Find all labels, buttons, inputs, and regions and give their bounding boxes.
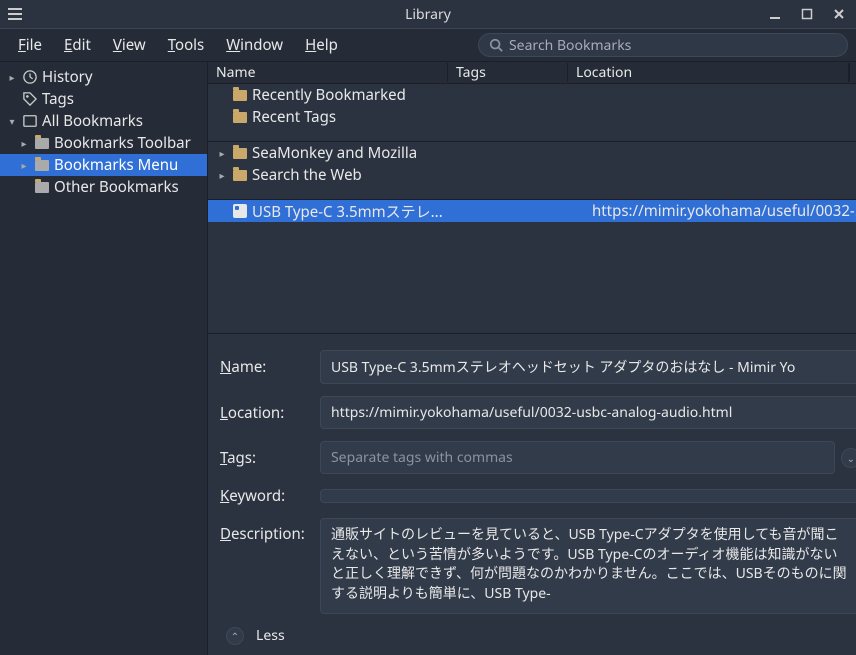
item-name: SeaMonkey and Mozilla (252, 143, 472, 163)
sidebar-item-label: Other Bookmarks (54, 177, 179, 197)
folder-icon (34, 179, 50, 195)
list-item-selected-bookmark[interactable]: USB Type-C 3.5mmステレ... https://mimir.yok… (208, 200, 856, 222)
sidebar: ▸ History Tags ▾ All Bookmarks ▸ Bookmar… (0, 62, 208, 655)
item-name: Recent Tags (252, 107, 472, 127)
separator (208, 128, 856, 142)
description-field[interactable]: 通販サイトのレビューを見ていると、USB Type-Cアダプタを使用しても音が聞… (320, 518, 856, 614)
list-header: Name Tags Location (208, 62, 856, 84)
list-body: Recently Bookmarked Recent Tags ▸ SeaMon… (208, 84, 856, 222)
column-location[interactable]: Location (568, 63, 849, 82)
search-placeholder: Search Bookmarks (509, 36, 631, 55)
sidebar-item-label: Bookmarks Menu (54, 155, 178, 175)
expand-icon: ▸ (216, 146, 228, 160)
sidebar-item-label: History (42, 67, 93, 87)
name-field[interactable]: USB Type-C 3.5mmステレオヘッドセット アダプタのおはなし - M… (320, 350, 856, 384)
menu-help[interactable]: Help (295, 31, 348, 59)
sidebar-item-other-bookmarks[interactable]: Other Bookmarks (0, 176, 207, 198)
column-picker-button[interactable] (849, 63, 856, 82)
list-item-recent-tags[interactable]: Recent Tags (208, 106, 856, 128)
sidebar-item-bookmarks-menu[interactable]: ▸ Bookmarks Menu (0, 154, 207, 176)
clock-icon (22, 69, 38, 85)
list-item-recently-bookmarked[interactable]: Recently Bookmarked (208, 84, 856, 106)
collapse-icon: ▾ (6, 114, 18, 128)
expand-icon: ▸ (216, 168, 228, 182)
menu-edit[interactable]: Edit (54, 31, 101, 59)
column-name[interactable]: Name (208, 63, 448, 82)
sidebar-item-all-bookmarks[interactable]: ▾ All Bookmarks (0, 110, 207, 132)
sidebar-item-history[interactable]: ▸ History (0, 66, 207, 88)
expand-icon: ▸ (18, 158, 30, 172)
expand-icon: ▸ (18, 136, 30, 150)
item-name: USB Type-C 3.5mmステレ... (252, 201, 472, 222)
folder-icon (34, 157, 50, 173)
separator (208, 186, 856, 200)
minimize-button[interactable] (766, 5, 784, 23)
menu-tools[interactable]: Tools (158, 31, 215, 59)
label-name: Name: (220, 357, 320, 377)
tags-expand-button[interactable]: ⌄ (841, 448, 856, 468)
sidebar-item-label: Tags (42, 89, 74, 109)
list-item-seamonkey[interactable]: ▸ SeaMonkey and Mozilla (208, 142, 856, 164)
menu-file[interactable]: File (8, 31, 52, 59)
app-menu-button[interactable] (8, 8, 22, 20)
menubar: File Edit View Tools Window Help Search … (0, 28, 856, 62)
folder-icon (232, 167, 248, 183)
item-name: Recently Bookmarked (252, 85, 472, 105)
sidebar-item-label: All Bookmarks (42, 111, 143, 131)
tags-field[interactable]: Separate tags with commas (320, 441, 835, 474)
sidebar-item-bookmarks-toolbar[interactable]: ▸ Bookmarks Toolbar (0, 132, 207, 154)
main-panel: Name Tags Location Recently Bookmarked R… (208, 62, 856, 655)
location-field[interactable]: https://mimir.yokohama/useful/0032-usbc-… (320, 396, 856, 429)
label-location: Location: (220, 403, 320, 423)
search-icon (489, 38, 503, 52)
menu-window[interactable]: Window (216, 31, 293, 59)
close-button[interactable] (830, 5, 848, 23)
expand-icon: ▸ (6, 70, 18, 84)
keyword-field[interactable] (320, 489, 856, 503)
bookmarks-icon (22, 113, 38, 129)
collapse-details-button[interactable]: ⌃ (226, 627, 244, 645)
item-location: https://mimir.yokohama/useful/0032-... (592, 201, 856, 221)
titlebar: Library (0, 0, 856, 28)
label-tags: Tags: (220, 448, 320, 468)
column-tags[interactable]: Tags (448, 63, 568, 82)
details-panel: Name: USB Type-C 3.5mmステレオヘッドセット アダプタのおは… (208, 333, 856, 655)
window-title: Library (405, 5, 451, 24)
folder-icon (34, 135, 50, 151)
menu-view[interactable]: View (103, 31, 156, 59)
page-icon (232, 203, 248, 219)
folder-icon (232, 109, 248, 125)
list-empty-area[interactable] (208, 222, 856, 333)
label-description: Description: (220, 518, 320, 544)
label-keyword: Keyword: (220, 486, 320, 506)
search-input[interactable]: Search Bookmarks (478, 33, 848, 57)
less-label[interactable]: Less (256, 626, 285, 645)
sidebar-item-tags[interactable]: Tags (0, 88, 207, 110)
sidebar-item-label: Bookmarks Toolbar (54, 133, 191, 153)
item-name: Search the Web (252, 165, 472, 185)
tag-icon (22, 91, 38, 107)
folder-icon (232, 87, 248, 103)
list-item-search-web[interactable]: ▸ Search the Web (208, 164, 856, 186)
maximize-button[interactable] (798, 5, 816, 23)
folder-icon (232, 145, 248, 161)
